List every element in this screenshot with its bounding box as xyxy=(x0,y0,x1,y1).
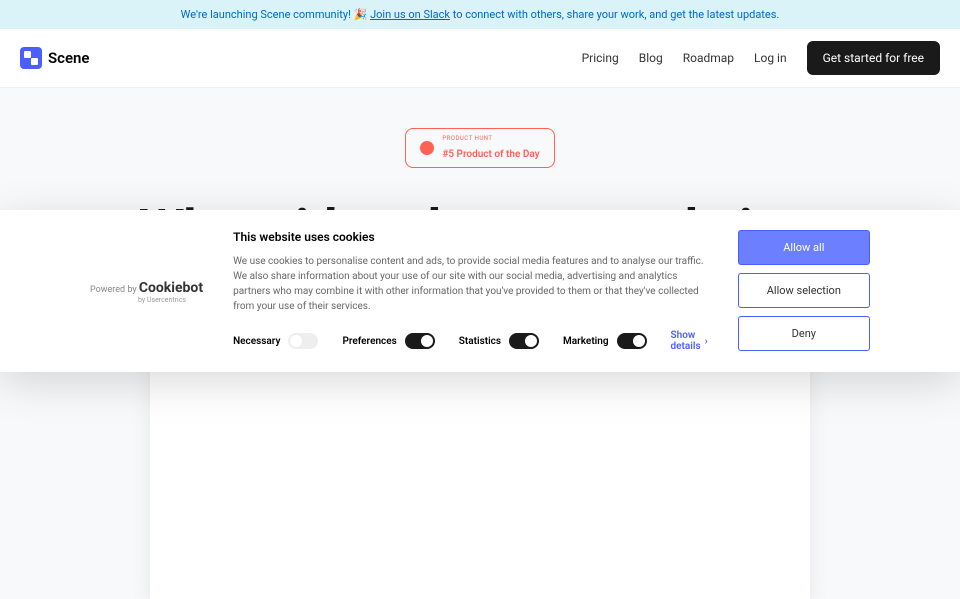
nav: Pricing Blog Roadmap Log in Get started … xyxy=(582,41,940,75)
nav-roadmap[interactable]: Roadmap xyxy=(683,51,734,65)
show-details-link[interactable]: Show details› xyxy=(671,330,708,352)
medal-icon xyxy=(420,141,434,155)
toggle-necessary: Necessary xyxy=(233,333,318,349)
switch-preferences[interactable] xyxy=(405,333,435,349)
switch-necessary xyxy=(288,333,318,349)
logo-icon xyxy=(20,47,42,69)
toggle-preferences: Preferences xyxy=(342,333,434,349)
switch-marketing[interactable] xyxy=(617,333,647,349)
deny-button[interactable]: Deny xyxy=(738,316,870,351)
toggle-marketing: Marketing xyxy=(563,333,647,349)
nav-blog[interactable]: Blog xyxy=(639,51,663,65)
product-hunt-badge[interactable]: PRODUCT HUNT #5 Product of the Day xyxy=(405,128,554,168)
chevron-right-icon: › xyxy=(705,336,708,347)
nav-pricing[interactable]: Pricing xyxy=(582,51,619,65)
allow-all-button[interactable]: Allow all xyxy=(738,230,870,265)
allow-selection-button[interactable]: Allow selection xyxy=(738,273,870,308)
header: Scene Pricing Blog Roadmap Log in Get st… xyxy=(0,29,960,88)
cookiebot-brand: Powered by Cookiebot by Usercentrics xyxy=(90,280,203,304)
switch-statistics[interactable] xyxy=(509,333,539,349)
announcement-banner: We're launching Scene community! 🎉 Join … xyxy=(0,0,960,29)
cookie-title: This website uses cookies xyxy=(233,230,708,244)
toggle-statistics: Statistics xyxy=(459,333,539,349)
logo[interactable]: Scene xyxy=(20,47,90,69)
cta-button[interactable]: Get started for free xyxy=(807,41,940,75)
cookie-description: We use cookies to personalise content an… xyxy=(233,254,708,314)
cookie-banner: Powered by Cookiebot by Usercentrics Thi… xyxy=(0,210,960,372)
nav-login[interactable]: Log in xyxy=(754,51,787,65)
slack-link[interactable]: Join us on Slack xyxy=(370,8,450,21)
